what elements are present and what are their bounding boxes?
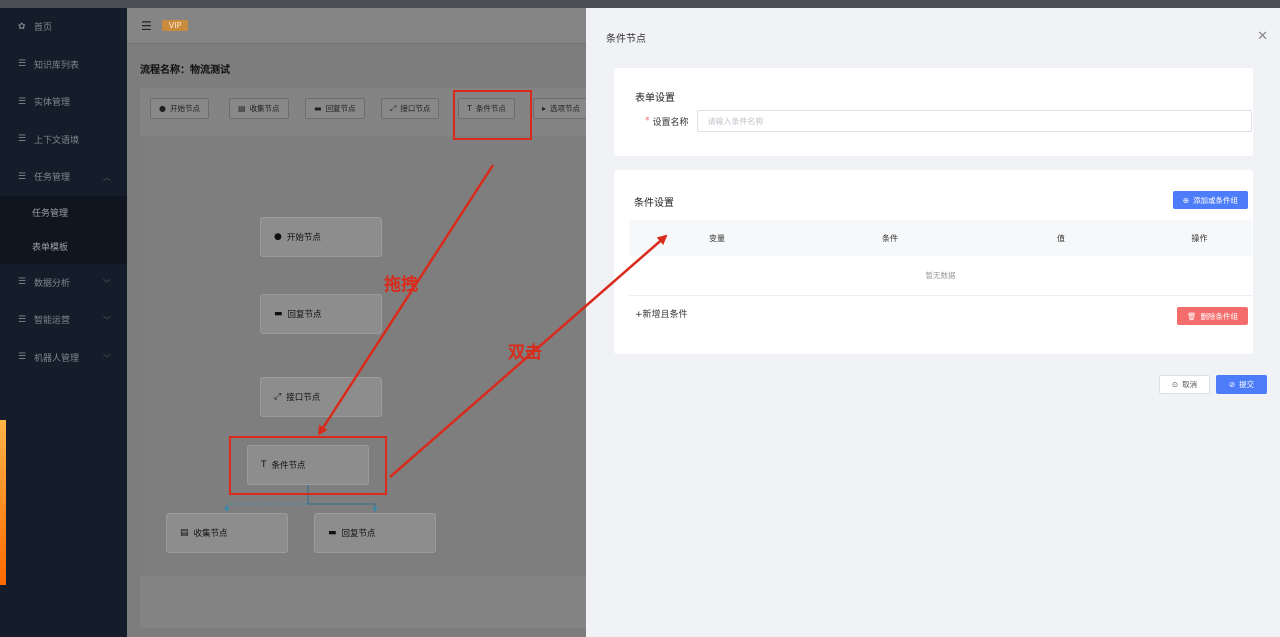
- chevron-down-icon: ﹀: [103, 353, 111, 363]
- chevron-up-icon: ︿: [103, 173, 111, 182]
- form-settings-title: 表单设置: [635, 93, 675, 104]
- delete-group-label: 删除条件组: [1200, 311, 1239, 321]
- condition-table-empty: 暂无数据: [629, 256, 1252, 296]
- list-icon: ☰: [18, 277, 27, 288]
- chevron-down-icon: ﹀: [103, 316, 111, 325]
- main-content: ☰ VIP 流程名称：物流测试 ● 开始节点 ▤ 收集节点 ▬ 回复节点 ⤢ 接…: [127, 8, 589, 637]
- toolbar-option-node-button[interactable]: ▸ 选项节点: [533, 98, 589, 119]
- sidebar: ✿ 首页 ☰ 知识库列表 ☰ 实体管理 ☰ 上下文语境 ☰ 任务管理 ︿ 任务管…: [0, 8, 127, 637]
- sidebar-item-task[interactable]: ☰ 任务管理 ︿: [0, 158, 127, 196]
- submit-button[interactable]: ⊘ 提交: [1216, 375, 1267, 394]
- toolbar-reply-node-button[interactable]: ▬ 回复节点: [305, 98, 365, 119]
- drawer-header: 条件节点 ✕: [586, 8, 1280, 66]
- plus-circle-icon: ⊕: [1182, 195, 1189, 205]
- toolbar-button-label: 选项节点: [550, 104, 581, 113]
- add-or-group-label: 添加或条件组: [1193, 195, 1238, 205]
- sidebar-item-label: 数据分析: [34, 278, 71, 289]
- cancel-label: 取消: [1182, 380, 1198, 389]
- toolbar-button-label: 接口节点: [400, 104, 431, 113]
- column-header-action: 操作: [1191, 233, 1208, 243]
- form-settings-card: 表单设置 * 设置名称: [614, 68, 1253, 156]
- delete-condition-group-button[interactable]: 🗑 删除条件组: [1176, 307, 1248, 325]
- condition-node-drawer: 条件节点 ✕ 表单设置 * 设置名称 条件设置 ⊕ 添加或条件组 变量 条件 值…: [586, 8, 1280, 637]
- sidebar-item-label: 首页: [34, 23, 53, 34]
- toolbar-start-node-button[interactable]: ● 开始节点: [150, 98, 209, 119]
- toolbar-condition-node-button[interactable]: T 条件节点: [458, 98, 515, 119]
- submit-label: 提交: [1239, 380, 1255, 389]
- name-form-row: * 设置名称: [645, 110, 1252, 132]
- cancel-icon: ⊙: [1171, 380, 1179, 389]
- dashboard-icon: ✿: [18, 21, 26, 32]
- message-icon: ▬: [314, 104, 322, 113]
- close-icon[interactable]: ✕: [1257, 29, 1268, 44]
- list-icon: ☰: [18, 352, 27, 363]
- check-circle-icon: ⊘: [1228, 380, 1236, 389]
- trash-icon: 🗑: [1186, 311, 1197, 321]
- add-or-group-button[interactable]: ⊕ 添加或条件组: [1172, 191, 1248, 209]
- form-icon: ▤: [238, 104, 246, 113]
- chevron-down-icon: ﹀: [103, 278, 111, 288]
- sidebar-item-label: 实体管理: [34, 98, 71, 109]
- main-header: ☰ VIP: [127, 8, 586, 44]
- toolbar-button-label: 收集节点: [249, 104, 280, 113]
- condition-settings-card: 条件设置 ⊕ 添加或条件组 变量 条件 值 操作 暂无数据 +新增且条件 🗑 删…: [614, 170, 1253, 354]
- sidebar-item-label: 知识库列表: [34, 60, 80, 71]
- node-toolbar: ● 开始节点 ▤ 收集节点 ▬ 回复节点 ⤢ 接口节点 T 条件节点 ▸ 选项节…: [140, 88, 589, 136]
- menu-fold-icon[interactable]: ☰: [141, 19, 152, 33]
- canvas-footer: [140, 576, 586, 628]
- condition-table-header: 变量 条件 值 操作: [629, 220, 1252, 256]
- column-header-variable: 变量: [709, 233, 725, 243]
- double-click-annotation-label: 双击: [508, 343, 542, 363]
- toolbar-button-label: 开始节点: [169, 104, 200, 113]
- sidebar-item-entity[interactable]: ☰ 实体管理: [0, 83, 127, 121]
- condition-settings-title: 条件设置: [634, 198, 674, 209]
- sidebar-item-label: 机器人管理: [34, 353, 80, 364]
- sidebar-subitem-task-manage[interactable]: 任务管理: [0, 195, 127, 230]
- sidebar-item-label: 任务管理: [34, 173, 71, 184]
- condition-table: 变量 条件 值 操作 暂无数据: [629, 220, 1252, 296]
- sidebar-subitem-form-template[interactable]: 表单模板: [0, 229, 127, 264]
- browser-top-bar: [0, 0, 1280, 8]
- toolbar-button-label: 条件节点: [475, 104, 506, 113]
- sidebar-subitem-label: 表单模板: [32, 243, 69, 253]
- list-icon: ☰: [18, 314, 27, 325]
- api-icon: ⤢: [390, 103, 397, 113]
- list-icon: ☰: [18, 171, 27, 182]
- sidebar-item-robot[interactable]: ☰ 机器人管理 ﹀: [0, 339, 127, 377]
- sidebar-item-label: 智能运营: [34, 316, 71, 327]
- floating-widget-edge: [0, 420, 6, 585]
- sidebar-item-operations[interactable]: ☰ 智能运营 ﹀: [0, 301, 127, 339]
- list-icon: ☰: [18, 96, 27, 107]
- filter-icon: T: [467, 104, 472, 113]
- drawer-title: 条件节点: [606, 33, 646, 45]
- list-icon: ☰: [18, 59, 27, 70]
- option-icon: ▸: [542, 104, 547, 113]
- column-header-value: 值: [1057, 233, 1065, 243]
- sidebar-item-context[interactable]: ☰ 上下文语境: [0, 121, 127, 159]
- play-circle-icon: ●: [159, 104, 166, 113]
- cancel-button[interactable]: ⊙ 取消: [1159, 375, 1210, 394]
- sidebar-item-label: 上下文语境: [34, 135, 80, 146]
- add-and-condition-link[interactable]: +新增且条件: [635, 307, 688, 320]
- toolbar-api-node-button[interactable]: ⤢ 接口节点: [381, 98, 440, 119]
- sidebar-item-home[interactable]: ✿ 首页: [0, 8, 127, 46]
- toolbar-button-label: 回复节点: [325, 104, 356, 113]
- sidebar-item-knowledge-base[interactable]: ☰ 知识库列表: [0, 46, 127, 84]
- flow-title: 流程名称：物流测试: [140, 65, 230, 76]
- toolbar-collect-node-button[interactable]: ▤ 收集节点: [229, 98, 289, 119]
- column-header-condition: 条件: [882, 233, 898, 243]
- name-field-label: 设置名称: [652, 117, 689, 128]
- required-mark: *: [645, 116, 650, 126]
- condition-name-input[interactable]: [696, 110, 1252, 132]
- vip-badge: VIP: [161, 20, 189, 31]
- list-icon: ☰: [18, 134, 27, 145]
- drag-annotation-label: 拖拽: [384, 275, 418, 295]
- sidebar-item-data-analysis[interactable]: ☰ 数据分析 ﹀: [0, 264, 127, 302]
- sidebar-subitem-label: 任务管理: [32, 209, 69, 219]
